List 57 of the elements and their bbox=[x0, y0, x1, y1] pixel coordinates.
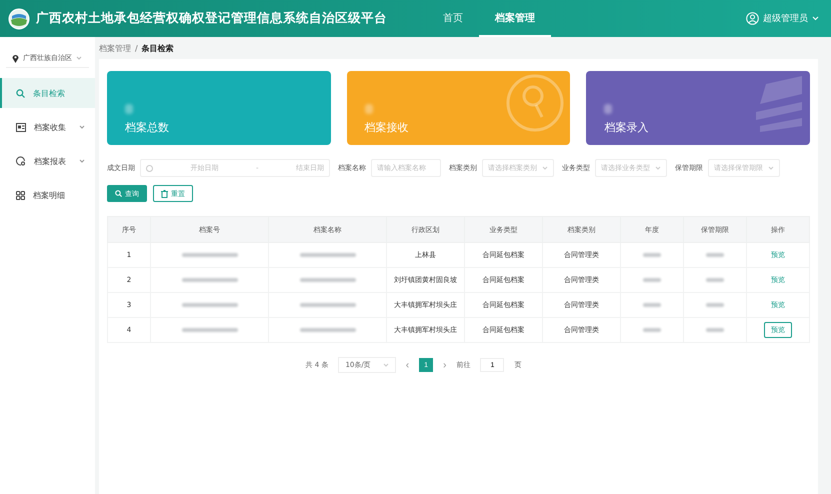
blurred-text bbox=[182, 303, 238, 308]
blurred-number bbox=[604, 104, 612, 114]
user-icon[interactable] bbox=[746, 12, 759, 25]
chevron-icon bbox=[79, 125, 85, 129]
breadcrumb-item: 条目检索 bbox=[142, 42, 174, 54]
caret-icon bbox=[542, 166, 548, 170]
caret-icon[interactable] bbox=[812, 16, 819, 21]
blurred-text bbox=[706, 253, 724, 258]
search-icon bbox=[16, 88, 25, 98]
card-title: 档案录入 bbox=[604, 120, 650, 135]
blurred-number bbox=[364, 104, 373, 114]
stat-card[interactable]: 档案录入 bbox=[586, 71, 810, 145]
trash-icon bbox=[161, 190, 168, 198]
blurred-number bbox=[125, 104, 133, 114]
app-title: 广西农村土地承包经营权确权登记管理信息系统自治区级平台 bbox=[36, 10, 387, 27]
caret-icon bbox=[768, 166, 774, 170]
card-title: 档案接收 bbox=[364, 120, 410, 135]
stat-card[interactable]: 档案总数 bbox=[107, 71, 331, 145]
nav-tab[interactable]: 档案管理 bbox=[479, 0, 551, 37]
blurred-text bbox=[182, 278, 238, 282]
blurred-text bbox=[182, 253, 238, 258]
id-card-icon bbox=[16, 122, 26, 132]
blurred-text bbox=[300, 303, 356, 308]
blurred-text bbox=[706, 328, 724, 332]
blurred-text bbox=[643, 253, 661, 258]
grid-icon bbox=[16, 190, 25, 200]
blurred-text bbox=[643, 278, 661, 282]
stat-card[interactable]: 档案接收 bbox=[346, 71, 570, 145]
blurred-text bbox=[300, 253, 356, 258]
blurred-text bbox=[182, 328, 238, 332]
blurred-text bbox=[300, 328, 356, 332]
nav-tab[interactable]: 首页 bbox=[427, 0, 479, 37]
blurred-text bbox=[643, 328, 661, 332]
breadcrumb-separator: / bbox=[135, 44, 138, 52]
sidebar-item[interactable]: 档案收集 bbox=[0, 112, 95, 142]
location-pin-icon bbox=[12, 54, 19, 62]
chart-bubble-icon bbox=[16, 156, 26, 166]
caret-icon bbox=[76, 56, 82, 60]
sidebar-item[interactable]: 条目检索 bbox=[0, 78, 95, 108]
breadcrumb-item[interactable]: 档案管理 bbox=[99, 42, 131, 54]
blurred-text bbox=[300, 278, 356, 282]
search-icon bbox=[115, 190, 122, 197]
user-name[interactable]: 超级管理员 bbox=[763, 12, 808, 25]
caret-icon bbox=[655, 166, 661, 170]
prev-page-button[interactable]: ‹ bbox=[406, 360, 410, 370]
sidebar-item[interactable]: 档案报表 bbox=[0, 146, 95, 176]
globe-logo-icon bbox=[8, 8, 30, 30]
sidebar-item[interactable]: 档案明细 bbox=[0, 180, 95, 210]
chevron-icon bbox=[79, 159, 85, 163]
blurred-text bbox=[706, 278, 724, 282]
clock-icon bbox=[146, 164, 153, 172]
caret-icon bbox=[382, 363, 389, 367]
card-title: 档案总数 bbox=[125, 120, 170, 135]
blurred-text bbox=[643, 303, 661, 308]
next-page-button[interactable]: › bbox=[443, 360, 446, 370]
blurred-text bbox=[706, 303, 724, 308]
magnifier-icon bbox=[506, 74, 564, 132]
